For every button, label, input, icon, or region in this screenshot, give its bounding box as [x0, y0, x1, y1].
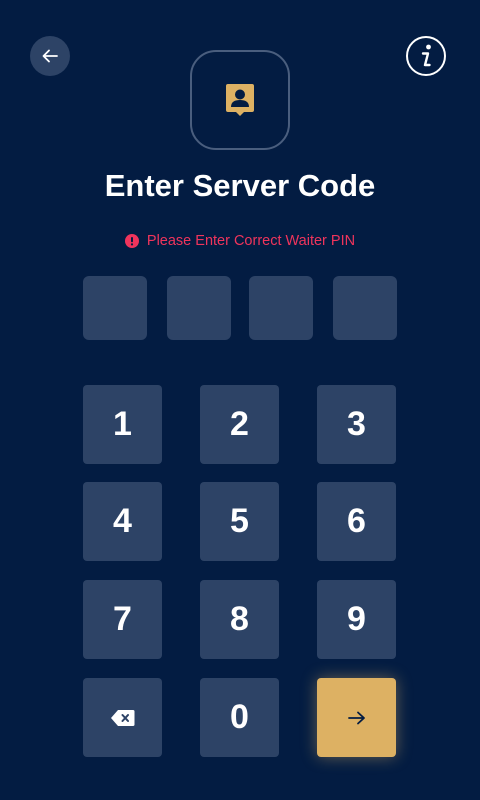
pin-digit-2	[167, 276, 231, 340]
key-0[interactable]: 0	[200, 678, 279, 757]
key-8[interactable]: 8	[200, 580, 279, 659]
backspace-button[interactable]	[83, 678, 162, 757]
error-message: Please Enter Correct Waiter PIN	[0, 233, 480, 249]
page-title: Enter Server Code	[104, 168, 376, 203]
key-9[interactable]: 9	[317, 580, 396, 659]
pin-digit-1	[83, 276, 147, 340]
info-button[interactable]	[406, 36, 446, 76]
error-text: Please Enter Correct Waiter PIN	[146, 233, 356, 249]
back-button[interactable]	[30, 36, 70, 76]
info-icon	[421, 44, 431, 67]
key-2[interactable]: 2	[200, 385, 279, 464]
app-logo	[190, 50, 290, 150]
backspace-icon	[110, 709, 134, 726]
submit-button[interactable]	[317, 678, 396, 757]
arrow-right-icon	[347, 711, 365, 724]
alert-circle-icon	[124, 234, 139, 248]
pin-digit-3	[249, 276, 313, 340]
key-7[interactable]: 7	[83, 580, 162, 659]
key-1[interactable]: 1	[83, 385, 162, 464]
arrow-left-icon	[42, 49, 58, 63]
key-3[interactable]: 3	[317, 385, 396, 464]
user-badge-icon	[226, 84, 254, 116]
key-5[interactable]: 5	[200, 482, 279, 561]
pin-digit-4	[333, 276, 397, 340]
key-4[interactable]: 4	[83, 482, 162, 561]
key-6[interactable]: 6	[317, 482, 396, 561]
